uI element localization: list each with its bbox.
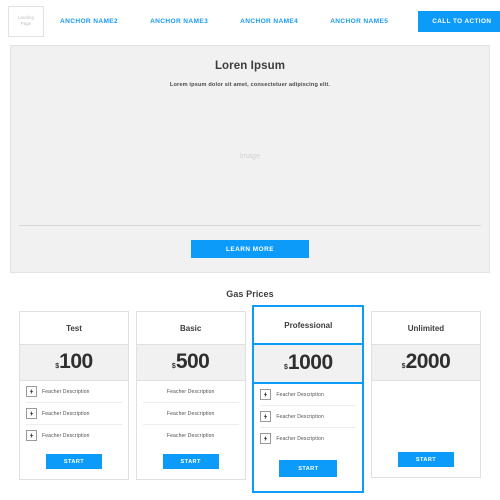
feature-label: Feacher Description xyxy=(166,432,215,439)
pricing-card-footer: START xyxy=(372,444,480,477)
pricing-card-price: $1000 xyxy=(254,343,363,384)
nav-link-4[interactable]: ANCHOR NAME5 xyxy=(314,18,404,25)
pricing-card-price: $2000 xyxy=(371,344,480,381)
feature-row: Feacher Description xyxy=(142,403,239,425)
logo-line-2: Page xyxy=(20,21,32,26)
feature-row: Feacher Description xyxy=(260,428,356,449)
feature-row: Feacher Description xyxy=(142,381,239,403)
feature-label: Feacher Description xyxy=(276,413,324,420)
lightning-bolt-icon xyxy=(260,433,272,444)
pricing-card[interactable]: Professional $1000 Feacher Description Feac… xyxy=(252,305,365,493)
feature-label: Feacher Description xyxy=(42,410,90,417)
start-button[interactable]: START xyxy=(46,454,102,469)
lightning-bolt-icon xyxy=(26,386,37,397)
feature-row: Feacher Description xyxy=(26,381,122,403)
pricing-card[interactable]: Test $100 Feacher Description Feacher Descr… xyxy=(19,311,129,480)
pricing-card-title: Test xyxy=(66,324,82,333)
start-button[interactable]: START xyxy=(162,454,219,469)
start-button[interactable]: START xyxy=(279,460,338,477)
feature-row: Feacher Description xyxy=(260,384,357,406)
feature-label: Feacher Description xyxy=(276,391,324,398)
pricing-card-footer: START xyxy=(137,446,245,479)
pricing-cards: Test $100 Feacher Description Feacher Descr… xyxy=(0,305,500,493)
pricing-card-price: $500 xyxy=(136,344,245,381)
pricing-card-features: Feacher Description Feacher Description Fe… xyxy=(20,381,128,446)
price-amount: 500 xyxy=(175,350,210,373)
price-amount: 100 xyxy=(59,350,93,373)
feature-label: Feacher Description xyxy=(276,435,324,442)
pricing-card-footer: START xyxy=(254,449,362,491)
pricing-card-title: Unlimited xyxy=(407,324,445,333)
hero-title: Loren Ipsum xyxy=(214,60,286,72)
nav-link-2[interactable]: ANCHOR NAME3 xyxy=(134,18,224,25)
start-button[interactable]: START xyxy=(397,452,454,467)
hero-image-placeholder: Image xyxy=(11,88,489,225)
nav-link-1[interactable]: ANCHOR NAME2 xyxy=(44,18,134,25)
feature-row: Feacher Description xyxy=(260,406,357,428)
lightning-bolt-icon xyxy=(26,408,37,419)
price-amount: 1000 xyxy=(287,351,333,374)
hero-cta-wrapper: LEARN MORE xyxy=(11,226,489,272)
pricing-card[interactable]: Unlimited $2000 START xyxy=(370,311,481,478)
pricing-card-footer: START xyxy=(20,446,128,479)
pricing-card-features: Feacher Description Feacher Description Fe… xyxy=(254,384,362,449)
feature-row: Feacher Description xyxy=(26,403,122,425)
feature-label: Feacher Description xyxy=(166,388,215,395)
logo[interactable]: Landing Page xyxy=(8,5,44,37)
feature-label: Feacher Description xyxy=(166,410,215,417)
feature-row: Feacher Description xyxy=(26,425,122,446)
pricing-card-price: $100 xyxy=(20,344,128,381)
features-empty-spacer xyxy=(372,381,480,444)
pricing-card-title: Basic xyxy=(179,324,202,333)
lightning-bolt-icon xyxy=(260,389,272,400)
pricing-card[interactable]: Basic $500 Feacher Description Feacher Desc… xyxy=(135,311,246,480)
site-header: Landing Page ANCHOR NAME2 ANCHOR NAME3 ANC… xyxy=(0,0,500,42)
hero-image-label: Image xyxy=(239,153,261,160)
price-amount: 2000 xyxy=(405,350,451,373)
learn-more-button[interactable]: LEARN MORE xyxy=(191,240,309,258)
pricing-section-title: Gas Prices xyxy=(226,289,274,299)
feature-label: Feacher Description xyxy=(42,388,90,395)
lightning-bolt-icon xyxy=(260,411,272,422)
main-navigation: ANCHOR NAME2 ANCHOR NAME3 ANCHOR NAME4 ANCH… xyxy=(44,18,404,25)
feature-label: Feacher Description xyxy=(42,432,90,439)
pricing-card-features: Feacher Description Feacher Description Fe… xyxy=(137,381,245,446)
feature-row: Feacher Description xyxy=(143,425,239,446)
nav-link-3[interactable]: ANCHOR NAME4 xyxy=(224,18,314,25)
pricing-card-title: Professional xyxy=(284,321,333,330)
call-to-action-button[interactable]: CALL TO ACTION xyxy=(418,10,500,32)
hero-section: Loren Ipsum Lorem ipsum dolor sit amet, … xyxy=(10,45,490,273)
lightning-bolt-icon xyxy=(26,430,37,441)
